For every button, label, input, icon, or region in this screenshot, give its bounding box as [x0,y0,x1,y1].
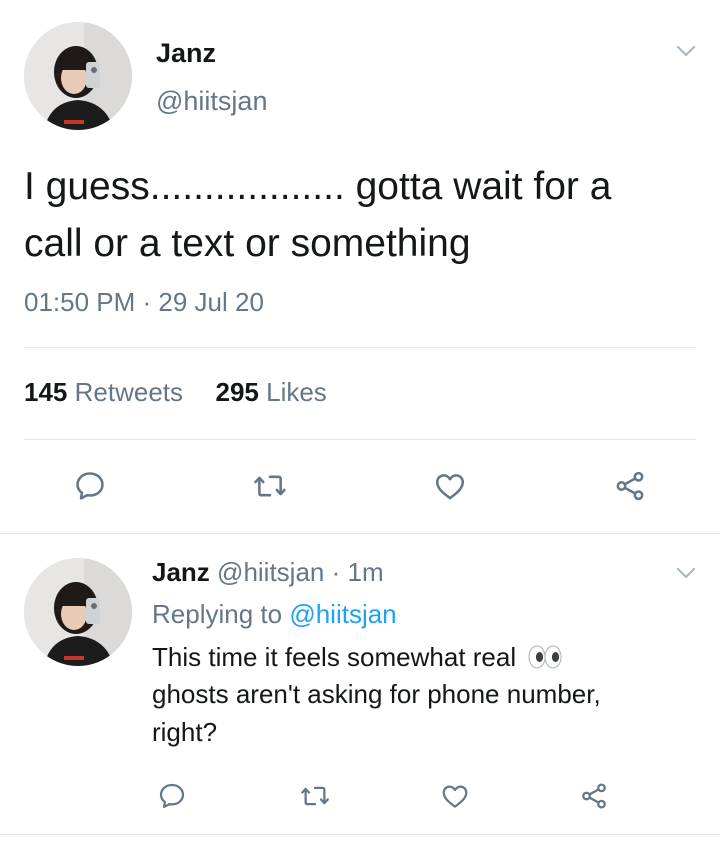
reply-button[interactable] [70,466,110,506]
divider [0,834,720,835]
main-tweet-timestamp[interactable]: 01:50 PM · 29 Jul 20 [24,287,264,318]
retweet-button[interactable] [250,466,290,506]
eyes-emoji-icon [527,644,563,677]
reply-author-meta[interactable]: @hiitsjan · 1m [217,557,384,587]
like-icon [442,785,468,808]
share-icon [616,471,644,501]
main-chevron-down-icon[interactable] [675,40,697,62]
like-button[interactable] [430,466,470,506]
main-author-name[interactable]: Janz [156,38,216,69]
likes-stat[interactable]: 295 Likes [215,377,326,407]
reply-chevron-down-icon[interactable] [675,562,697,584]
reply-header: Janz @hiitsjan · 1m [152,557,384,588]
divider [0,533,720,534]
replying-prefix: Replying to [152,599,283,629]
reply-like-button[interactable] [435,776,475,816]
retweets-label: Retweets [74,377,184,407]
reply-text-line3: right? [152,717,218,747]
share-button[interactable] [610,466,650,506]
like-icon [435,474,465,500]
retweet-icon [254,475,286,497]
share-icon [582,783,606,809]
divider [24,347,696,348]
reply-icon [159,783,185,808]
main-avatar[interactable] [24,22,132,130]
divider [24,439,696,440]
reply-author-name[interactable]: Janz [152,557,210,587]
reply-text-line2: ghosts aren't asking for phone number, [152,679,601,709]
likes-count: 295 [215,377,259,407]
replying-to: Replying to @hiitsjan [152,599,397,630]
reply-reply-button[interactable] [152,776,192,816]
retweets-count: 145 [24,377,68,407]
retweets-stat[interactable]: 145 Retweets [24,377,190,407]
avatar-photo [24,558,132,666]
reply-retweet-button[interactable] [295,776,335,816]
main-tweet-text-line2: call or a text or something [24,222,471,265]
likes-label: Likes [266,377,327,407]
reply-icon [76,472,104,500]
reply-text-part1: This time it feels somewhat real [152,642,517,672]
reply-text-line1: This time it feels somewhat real [152,642,563,677]
reply-share-button[interactable] [574,776,614,816]
main-tweet-text-line1: I guess.................. gotta wait for… [24,165,612,208]
retweet-icon [301,786,329,806]
replying-handle-link[interactable]: @hiitsjan [289,599,396,629]
reply-avatar[interactable] [24,558,132,666]
engagement-row: 145 Retweets 295 Likes [24,377,327,408]
main-author-handle[interactable]: @hiitsjan [156,86,267,117]
avatar-photo [24,22,132,130]
